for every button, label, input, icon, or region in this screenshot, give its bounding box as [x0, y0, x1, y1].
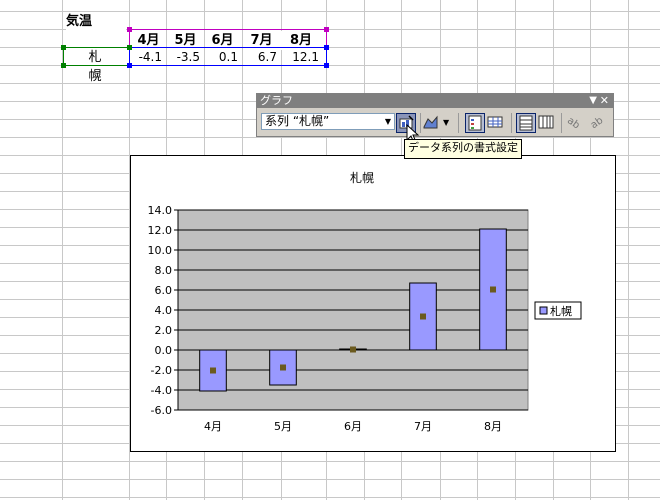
y-tick-label[interactable]: 8.0: [155, 264, 173, 277]
bar-center-marker[interactable]: [420, 313, 426, 320]
angle-text-down-icon: ab: [565, 115, 582, 131]
toolbar-titlebar[interactable]: グラフ ▼ ✕: [257, 94, 613, 108]
by-row-button[interactable]: [516, 113, 536, 133]
range-handle[interactable]: [61, 63, 66, 68]
y-tick-label[interactable]: 2.0: [155, 324, 173, 337]
bar-center-marker[interactable]: [210, 367, 216, 374]
sheet-title-cell[interactable]: 気温: [66, 12, 126, 31]
data-table-icon: [487, 116, 503, 128]
legend-button[interactable]: [465, 113, 485, 133]
bar-center-marker[interactable]: [280, 364, 286, 371]
x-tick-label[interactable]: 8月: [484, 420, 502, 433]
series-name-range-highlight: [63, 47, 130, 66]
range-handle[interactable]: [324, 63, 329, 68]
range-handle[interactable]: [127, 45, 132, 50]
y-tick-label[interactable]: 12.0: [148, 224, 173, 237]
toolbar-separator: [458, 113, 459, 133]
angle-text-up-icon: ab: [589, 115, 606, 131]
y-tick-label[interactable]: -4.0: [151, 384, 172, 397]
y-tick-label[interactable]: 4.0: [155, 304, 173, 317]
data-table-button[interactable]: [486, 113, 506, 133]
angle-text-up-button[interactable]: ab: [587, 113, 607, 133]
chart-canvas[interactable]: 札幌 14.0 12.0 10.0 8.0 6.0 4.0 2.0 0.0 -2.0 -4.0 -6…: [131, 156, 617, 453]
by-column-button[interactable]: [537, 113, 557, 133]
x-tick-label[interactable]: 5月: [274, 420, 292, 433]
toolbar-separator: [561, 113, 562, 133]
toolbar-separator: [511, 113, 512, 133]
range-handle[interactable]: [127, 63, 132, 68]
chart-area[interactable]: 札幌 14.0 12.0 10.0 8.0 6.0 4.0 2.0 0.0 -2.0 -4.0 -6…: [130, 155, 616, 452]
y-tick-label[interactable]: -2.0: [151, 364, 172, 377]
y-tick-label[interactable]: 14.0: [148, 204, 173, 217]
chart-objects-dropdown[interactable]: 系列 “札幌” ▼: [261, 113, 395, 130]
chart-objects-value: 系列 “札幌”: [265, 114, 330, 128]
y-tick-label[interactable]: 10.0: [148, 244, 173, 257]
row-gridline: [0, 479, 660, 480]
close-icon[interactable]: ✕: [600, 94, 609, 108]
svg-text:ab: ab: [589, 115, 605, 131]
chevron-down-icon[interactable]: ▼: [382, 114, 394, 129]
range-handle[interactable]: [127, 27, 132, 32]
category-range-highlight: [129, 29, 327, 48]
legend-label[interactable]: 札幌: [550, 304, 572, 318]
y-tick-label[interactable]: 6.0: [155, 284, 173, 297]
bar-center-marker[interactable]: [350, 346, 356, 353]
values-range-highlight: [129, 47, 327, 66]
chart-type-icon: [423, 115, 438, 129]
bar-center-marker[interactable]: [490, 286, 496, 293]
x-tick-label[interactable]: 4月: [204, 420, 222, 433]
row-gridline: [0, 497, 660, 498]
row-gridline: [0, 461, 660, 462]
toolbar-title: グラフ: [260, 94, 293, 107]
chevron-down-icon: ▼: [443, 118, 450, 127]
legend-swatch[interactable]: [539, 306, 548, 315]
legend-icon: [468, 115, 482, 131]
chart-type-dropdown-button[interactable]: ▼: [443, 113, 453, 133]
by-row-icon: [519, 115, 533, 131]
chart-title[interactable]: 札幌: [350, 170, 374, 185]
range-handle[interactable]: [324, 45, 329, 50]
range-handle[interactable]: [324, 27, 329, 32]
x-tick-label[interactable]: 7月: [414, 420, 432, 433]
row-gridline: [0, 137, 660, 138]
svg-text:ab: ab: [565, 115, 582, 131]
toolbar-options-icon[interactable]: ▼: [589, 94, 597, 108]
angle-text-down-button[interactable]: ab: [565, 113, 585, 133]
chart-toolbar[interactable]: グラフ ▼ ✕ 系列 “札幌” ▼ ▼ ab ab: [256, 93, 614, 137]
y-tick-label[interactable]: 0.0: [155, 344, 173, 357]
range-handle[interactable]: [61, 45, 66, 50]
tooltip: データ系列の書式設定: [404, 139, 522, 159]
by-column-icon: [538, 115, 554, 129]
y-tick-label[interactable]: -6.0: [151, 404, 172, 417]
x-tick-label[interactable]: 6月: [344, 420, 362, 433]
chart-type-button[interactable]: [423, 113, 443, 133]
